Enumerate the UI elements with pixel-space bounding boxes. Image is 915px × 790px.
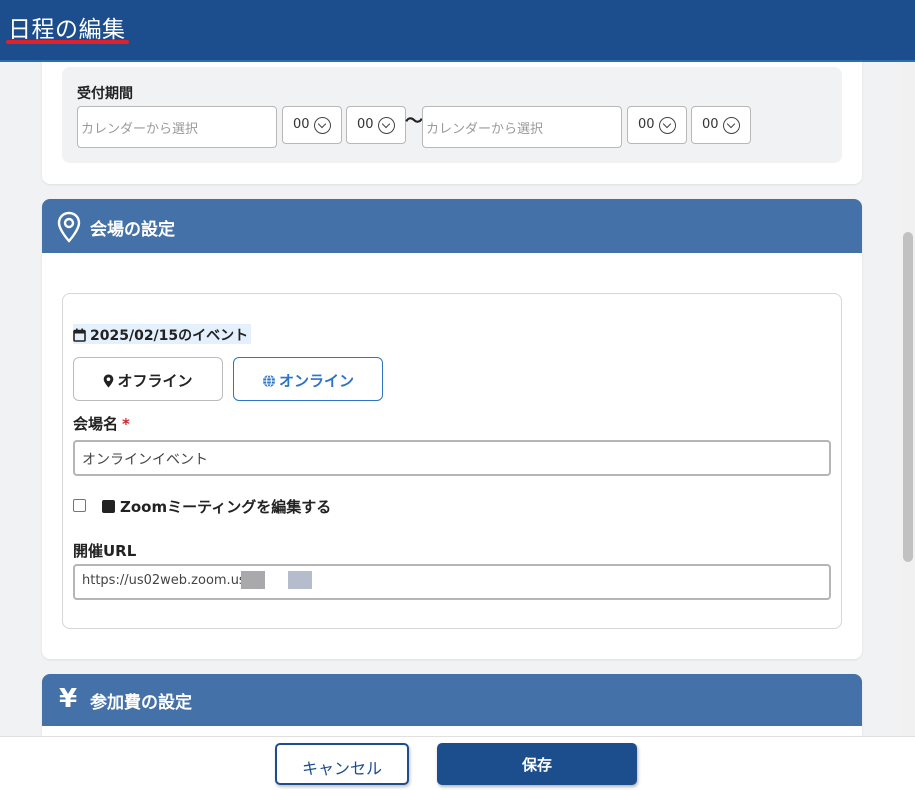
venue-name-input[interactable]: オンラインイベント (73, 440, 831, 476)
fee-card: ¥ 参加費の設定 (42, 674, 862, 736)
reception-card: 受付期間 カレンダーから選択 00 00 〜 カレンダーから選択 00 00 (42, 62, 862, 184)
start-minute-select[interactable]: 00 (346, 106, 406, 144)
redacted-block (241, 571, 265, 589)
required-mark: * (122, 415, 130, 433)
range-separator: 〜 (405, 111, 423, 132)
zoom-edit-checkbox[interactable] (73, 499, 86, 512)
fee-section-header: ¥ 参加費の設定 (42, 674, 862, 726)
title-bar: 日程の編集 (0, 0, 915, 62)
venue-section-title: 会場の設定 (90, 220, 175, 240)
title-underline (6, 40, 129, 44)
event-date-text: 2025/02/15のイベント (90, 328, 249, 344)
save-button[interactable]: 保存 (437, 743, 637, 785)
scrollbar-thumb[interactable] (903, 232, 913, 562)
page-title: 日程の編集 (8, 17, 126, 43)
offline-label: オフライン (117, 372, 193, 390)
url-label: 開催URL (73, 542, 137, 560)
map-marker-icon (104, 374, 114, 388)
chevron-down-icon (314, 117, 331, 134)
venue-name-label: 会場名 * (73, 413, 130, 434)
edit-icon (102, 500, 115, 513)
reception-period-box: 受付期間 カレンダーから選択 00 00 〜 カレンダーから選択 00 00 (62, 67, 842, 163)
url-value: https://us02web.zoom.us/ (82, 573, 251, 588)
vertical-scrollbar[interactable] (900, 62, 915, 736)
yen-icon: ¥ (59, 684, 78, 714)
chevron-down-icon (659, 117, 676, 134)
globe-icon (262, 374, 275, 388)
online-button[interactable]: オンライン (233, 357, 383, 401)
offline-button[interactable]: オフライン (73, 357, 223, 401)
venue-name-label-text: 会場名 (73, 415, 119, 433)
zoom-edit-label[interactable]: Zoomミーティングを編集する (120, 496, 331, 517)
cancel-button[interactable]: キャンセル (275, 743, 409, 785)
end-minute-select[interactable]: 00 (691, 106, 751, 144)
end-hour-select[interactable]: 00 (627, 106, 687, 144)
location-pin-icon (57, 211, 81, 243)
chevron-down-icon (723, 117, 740, 134)
start-minute-value: 00 (357, 117, 374, 132)
calendar-icon (73, 328, 86, 342)
url-input[interactable]: https://us02web.zoom.us/ (73, 564, 831, 600)
fee-section-title: 参加費の設定 (90, 693, 192, 713)
end-hour-value: 00 (638, 117, 655, 132)
start-date-input[interactable]: カレンダーから選択 (77, 106, 277, 148)
reception-period-label: 受付期間 (77, 86, 133, 102)
start-hour-value: 00 (293, 117, 310, 132)
venue-card: 会場の設定 2025/02/15のイベント オフライン オンライン 会場名 * … (42, 199, 862, 659)
venue-form-box: 2025/02/15のイベント オフライン オンライン 会場名 * オンラインイ… (62, 293, 842, 629)
start-hour-select[interactable]: 00 (282, 106, 342, 144)
end-date-input[interactable]: カレンダーから選択 (422, 106, 622, 148)
event-date-label: 2025/02/15のイベント (73, 324, 252, 344)
redacted-block (288, 571, 312, 589)
venue-section-header: 会場の設定 (42, 199, 862, 253)
footer-bar: キャンセル 保存 (0, 736, 915, 790)
scroll-content: 受付期間 カレンダーから選択 00 00 〜 カレンダーから選択 00 00 会… (0, 62, 900, 736)
chevron-down-icon (378, 117, 395, 134)
online-label: オンライン (278, 372, 354, 390)
end-minute-value: 00 (702, 117, 719, 132)
